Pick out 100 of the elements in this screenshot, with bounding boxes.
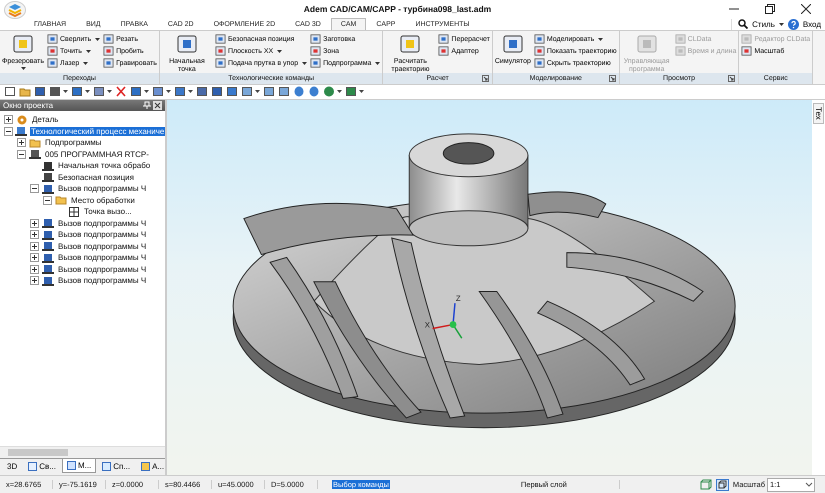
login-link[interactable]: Вход [802,20,821,28]
caret-icon [277,50,282,52]
tree-item[interactable]: Вызов подпрограммы Ч [57,218,148,228]
caret-icon [598,38,604,40]
caret-icon[interactable] [144,90,149,94]
caret-icon [375,62,380,64]
close-icon[interactable] [801,4,811,14]
tool-icon [674,46,686,56]
tool-icon [674,34,686,44]
tab-icon [28,462,38,471]
dialog-launcher-icon[interactable] [482,75,489,82]
tree-item[interactable]: Деталь [31,115,60,124]
caret-icon [95,38,100,40]
expand-toggle-icon[interactable] [30,184,40,194]
dialog-launcher-icon[interactable] [728,75,736,82]
tree-item[interactable]: Начальная точка обрабо [57,161,152,170]
tool-icon [214,46,226,56]
tool-icon [310,46,322,56]
tree-item[interactable]: Подпрограммы [44,138,102,148]
tool-icon [47,34,58,44]
tool-icon [103,46,114,56]
expand-toggle-icon[interactable] [4,115,14,124]
tool-icon [214,58,226,68]
window-title: Adem CAD/CAM/CAPP - турбина098_last.adm [302,4,492,14]
panel-tab[interactable]: А... [136,459,170,474]
target-icon [68,206,80,218]
caret-icon[interactable] [63,90,68,94]
caret-icon [20,66,26,70]
caret-icon[interactable] [337,90,342,94]
caret-icon [86,50,91,52]
panel-title: Окно проекта [3,100,54,110]
tool-icon [214,34,226,44]
tree-item[interactable]: Вызов подпрограммы Ч [57,276,148,286]
expand-toggle-icon[interactable] [17,150,27,159]
tool-icon [534,46,545,56]
tab-icon [66,461,76,470]
close-icon[interactable] [153,100,162,110]
tool-icon [534,34,545,44]
delete-icon[interactable] [115,86,127,98]
expand-toggle-icon[interactable] [30,276,40,286]
tool-icon [534,58,545,68]
tool-icon [103,58,114,68]
tool-icon [741,46,752,56]
tool-icon [438,34,450,44]
caret-icon [302,62,308,64]
pin-icon[interactable] [142,100,151,110]
expand-toggle-icon[interactable] [30,242,40,251]
tool-icon [310,34,322,44]
expand-toggle-icon[interactable] [17,138,27,148]
expand-toggle-icon[interactable] [30,218,40,228]
3d-viewport[interactable]: Z X [167,100,812,476]
axis-triad-icon [432,303,462,338]
panel-tab[interactable]: 3D [2,459,22,474]
tree-item[interactable]: Вызов подпрограммы Ч [57,242,148,251]
axis-label: Z [456,294,461,304]
tree-item[interactable]: Вызов подпрограммы Ч [57,264,148,274]
panel-tab[interactable]: Сп... [97,459,136,474]
horizontal-scrollbar[interactable] [0,446,165,458]
tab-icon [141,462,150,471]
tool-icon [47,46,58,56]
expand-toggle-icon[interactable] [30,230,40,240]
caret-icon[interactable] [778,22,784,26]
axis-label: X [424,320,430,330]
help-icon[interactable] [788,18,799,30]
tool-icon [741,34,752,44]
expand-toggle-icon[interactable] [30,264,40,274]
restore-icon[interactable] [765,4,775,14]
tree-item[interactable]: Вызов подпрограммы Ч [57,253,148,262]
folder-icon [55,194,67,206]
panel-tab[interactable]: М... [62,459,96,474]
tree-item[interactable]: 005 ПРОГРАММНАЯ RTCP- [44,150,150,159]
tree-item[interactable]: Технологический процесс механиче [30,126,165,136]
expand-toggle-icon[interactable] [30,253,40,262]
expand-toggle-icon[interactable] [43,196,53,205]
dialog-launcher-icon[interactable] [608,75,616,82]
caret-icon[interactable] [359,90,364,94]
caret-icon[interactable] [255,90,260,94]
folder-icon [29,136,41,149]
tool-icon [310,58,322,68]
tool-icon [47,58,58,68]
side-panel-tab[interactable]: Тех [813,102,824,124]
search-icon[interactable] [738,19,748,29]
box-view-icon[interactable] [716,478,729,491]
tool-icon [103,34,114,44]
caret-icon[interactable] [85,90,90,94]
caret-icon[interactable] [107,90,112,94]
style-dropdown[interactable]: Стиль [752,20,775,28]
tree-item[interactable]: Безопасная позиция [57,172,135,182]
tree-item[interactable]: Точка вызо... [83,207,133,216]
new-file-icon[interactable] [4,86,16,98]
tree-item[interactable]: Вызов подпрограммы Ч [57,184,148,194]
expand-toggle-icon[interactable] [4,126,13,136]
part-icon [16,114,28,126]
caret-icon[interactable] [166,90,171,94]
app-logo-icon[interactable] [4,0,26,18]
tree-item[interactable]: Вызов подпрограммы Ч [57,230,148,240]
panel-tab[interactable]: Св... [23,459,61,474]
caret-icon[interactable] [188,90,193,94]
tree-item[interactable]: Место обработки [70,196,136,205]
caret-icon [83,62,88,64]
